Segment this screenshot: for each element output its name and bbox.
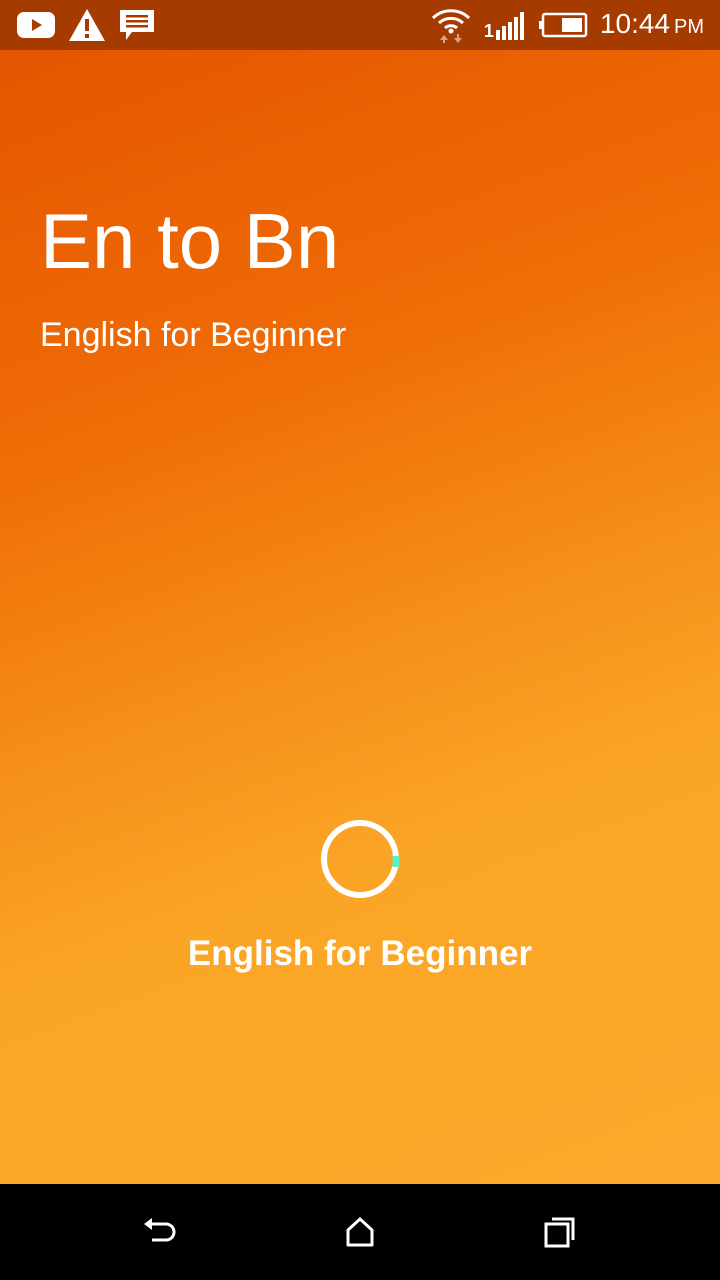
status-bar: 1 10:44 PM [0,0,720,50]
loading-label: English for Beginner [187,934,533,973]
signal-sim-label: 1 [483,21,494,41]
app-screen: 1 10:44 PM En to Bn English for Beginner… [0,0,720,1280]
signal-icon: 1 [484,10,526,40]
back-icon [144,1218,176,1242]
navigation-bar [0,1184,720,1280]
youtube-icon [16,11,56,39]
app-subtitle: English for Beginner [40,316,347,354]
splash-screen: En to Bn English for Beginner English fo… [0,50,720,1184]
loading-spinner [320,819,400,899]
status-clock: 10:44 PM [600,5,704,46]
app-title: En to Bn [40,197,340,285]
home-button[interactable] [340,1212,380,1252]
clock-time: 10:44 [599,7,670,39]
battery-icon [538,12,588,38]
back-button[interactable] [140,1212,180,1252]
recents-button[interactable] [540,1212,580,1252]
warning-icon [68,8,106,42]
home-icon [346,1217,374,1247]
clock-ampm: PM [674,15,704,38]
notification-icons [16,8,156,42]
wifi-icon [430,6,472,44]
message-icon [118,8,156,42]
recents-icon [544,1217,575,1248]
system-status: 1 10:44 PM [430,6,704,44]
